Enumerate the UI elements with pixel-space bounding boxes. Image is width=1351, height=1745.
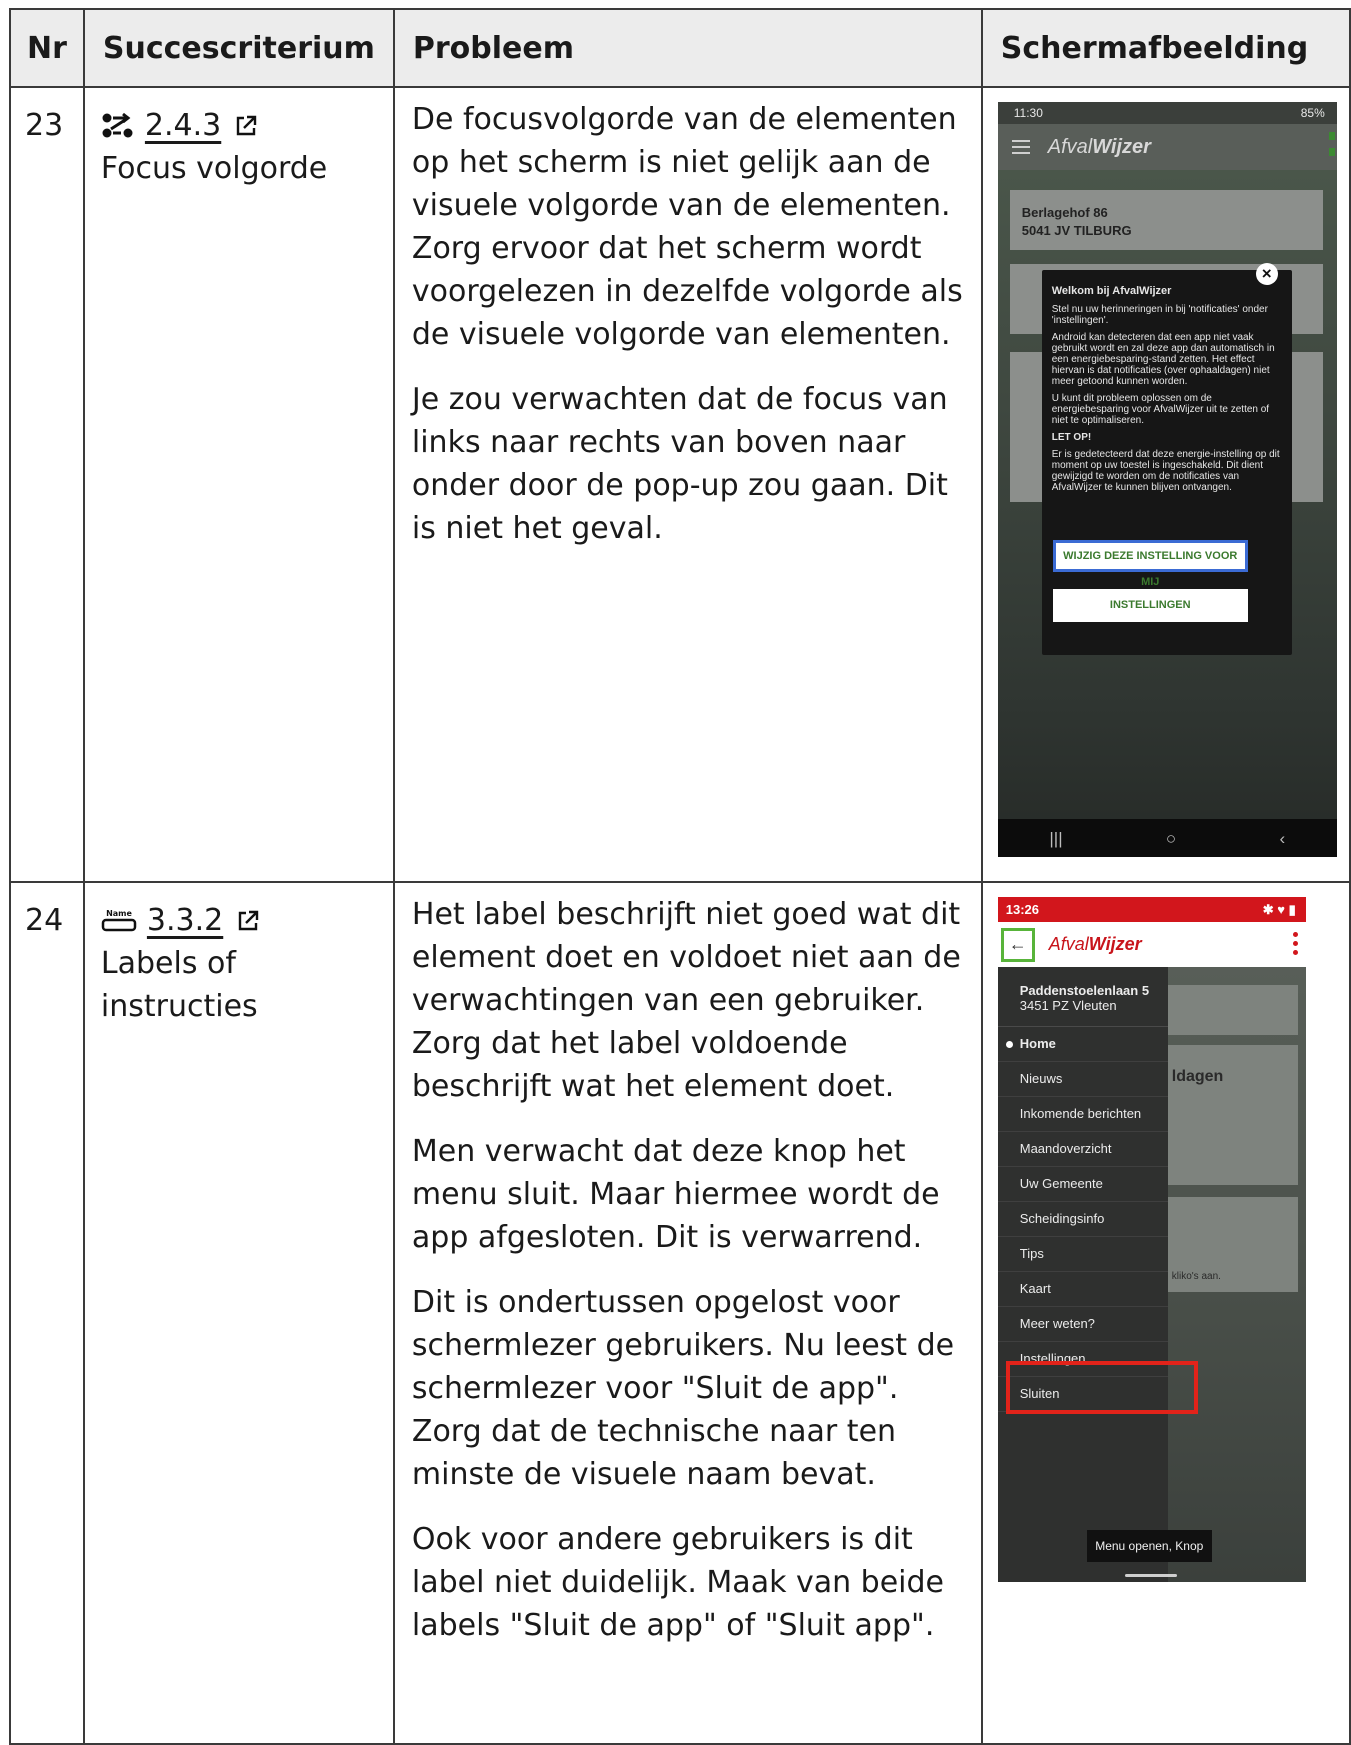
phone-screenshot: 13:26 ✱ ♥ ▮ ← AfvalWijzer ldagen kliko's… [997, 897, 1306, 1582]
dialog-title: Welkom bij AfvalWijzer [1051, 285, 1172, 297]
header-screenshot: Schermafbeelding [980, 8, 1351, 88]
focus-order-icon [102, 112, 133, 137]
header-criterion: Succescriterium [82, 8, 395, 88]
drawer-item-scheidingsinfo: Scheidingsinfo [997, 1202, 1168, 1237]
header-problem: Probleem [392, 8, 983, 88]
settings-button: INSTELLINGEN [1052, 589, 1248, 622]
drawer-item-tips: Tips [997, 1237, 1168, 1272]
drawer-item-nieuws: Nieuws [997, 1062, 1168, 1097]
drawer-address: Paddenstoelenlaan 5 3451 PZ Vleuten [997, 967, 1168, 1027]
screenshot-cell: 11:30 85% AfvalWijzer Berlagehof 86 5041… [980, 86, 1351, 883]
app-bar: AfvalWijzer [997, 124, 1337, 170]
header-row: Nr Succescriterium Probleem Schermafbeel… [9, 8, 1351, 88]
home-icon: ○ [1165, 828, 1177, 848]
app-logo: AfvalWijzer [1048, 934, 1142, 954]
row-number: 23 [9, 86, 85, 883]
problem-paragraph: Men verwacht dat deze knop het menu slui… [411, 1134, 940, 1255]
dialog-text: Er is gedetecteerd dat deze energie-inst… [1051, 449, 1280, 493]
app-logo: AfvalWijzer [1047, 135, 1151, 158]
criterion-name: Focus volgorde [100, 151, 328, 186]
criterion-cell: Name 3.3.2 Labels of instructies [82, 881, 395, 1745]
app-bar: ← AfvalWijzer [997, 922, 1306, 967]
drawer-item-uw-gemeente: Uw Gemeente [997, 1167, 1168, 1202]
problem-paragraph: Dit is ondertussen opgelost voor scherml… [411, 1285, 955, 1492]
recents-icon: ||| [1049, 828, 1063, 848]
table-row: 23 2.4.3 Focus volgorde De focusvolgorde… [9, 86, 1351, 883]
criterion-link[interactable]: 3.3.2 [147, 899, 223, 942]
problem-cell: De focusvolgorde van de elementen op het… [392, 86, 983, 883]
screenshot-cell: 13:26 ✱ ♥ ▮ ← AfvalWijzer ldagen kliko's… [980, 881, 1351, 1745]
drawer-item-kaart: Kaart [997, 1272, 1168, 1307]
problem-paragraph: De focusvolgorde van de elementen op het… [411, 102, 963, 352]
table-row: 24 Name 3.3.2 Labels of instructies Het [9, 881, 1351, 1745]
findings-table: Nr Succescriterium Probleem Schermafbeel… [9, 8, 1351, 1745]
problem-paragraph: Je zou verwachten dat de focus van links… [411, 382, 948, 546]
dialog-warning: LET OP! [1051, 432, 1092, 443]
drawer-item-meer-weten: Meer weten? [997, 1307, 1168, 1342]
phone-screenshot: 11:30 85% AfvalWijzer Berlagehof 86 5041… [997, 102, 1337, 857]
change-setting-button: WIJZIG DEZE INSTELLING VOOR MIJ [1052, 540, 1248, 588]
android-nav-bar: ||| ○ ‹ [997, 819, 1337, 857]
dialog-text: Stel nu uw herinneringen in bij 'notific… [1051, 304, 1268, 326]
address-card: Berlagehof 86 5041 JV TILBURG [1009, 190, 1323, 250]
problem-paragraph: Het label beschrijft niet goed wat dit e… [411, 897, 961, 1104]
kebab-icon [1328, 132, 1335, 164]
navigation-drawer: Paddenstoelenlaan 5 3451 PZ Vleuten Home… [997, 967, 1168, 1582]
hamburger-icon [1011, 136, 1030, 158]
close-icon: × [1255, 263, 1278, 285]
criterion-link[interactable]: 2.4.3 [145, 104, 221, 147]
screenreader-toast: Menu openen, Knop [1086, 1530, 1212, 1562]
background-card: ldagen [1147, 1045, 1298, 1185]
back-arrow-icon: ← [1000, 927, 1035, 962]
problem-paragraph: Ook voor andere gebruikers is dit label … [411, 1522, 945, 1643]
name-label-icon: Name [101, 909, 137, 931]
home-indicator [1124, 1574, 1177, 1577]
problem-cell: Het label beschrijft niet goed wat dit e… [392, 881, 983, 1745]
status-bar: 13:26 ✱ ♥ ▮ [997, 897, 1306, 922]
dialog-text: Android kan detecteren dat een app niet … [1051, 332, 1275, 387]
highlight-box [1005, 1361, 1198, 1414]
background-card [1147, 985, 1298, 1035]
dialog-text: U kunt dit probleem oplossen om de energ… [1051, 393, 1270, 426]
criterion-name: Labels of instructies [100, 946, 258, 1024]
drawer-item-inkomende-berichten: Inkomende berichten [997, 1097, 1168, 1132]
back-icon: ‹ [1279, 828, 1286, 848]
kebab-icon [1292, 932, 1298, 959]
external-link-icon [239, 910, 259, 930]
criterion-cell: 2.4.3 Focus volgorde [82, 86, 395, 883]
name-icon-label: Name [106, 909, 132, 918]
header-nr: Nr [9, 8, 85, 88]
status-bar: 11:30 85% [997, 102, 1337, 124]
row-number: 24 [9, 881, 85, 1745]
external-link-icon [237, 115, 257, 135]
drawer-item-home: Home [997, 1027, 1168, 1062]
background-card: kliko's aan. [1147, 1197, 1298, 1292]
drawer-item-maandoverzicht: Maandoverzicht [997, 1132, 1168, 1167]
